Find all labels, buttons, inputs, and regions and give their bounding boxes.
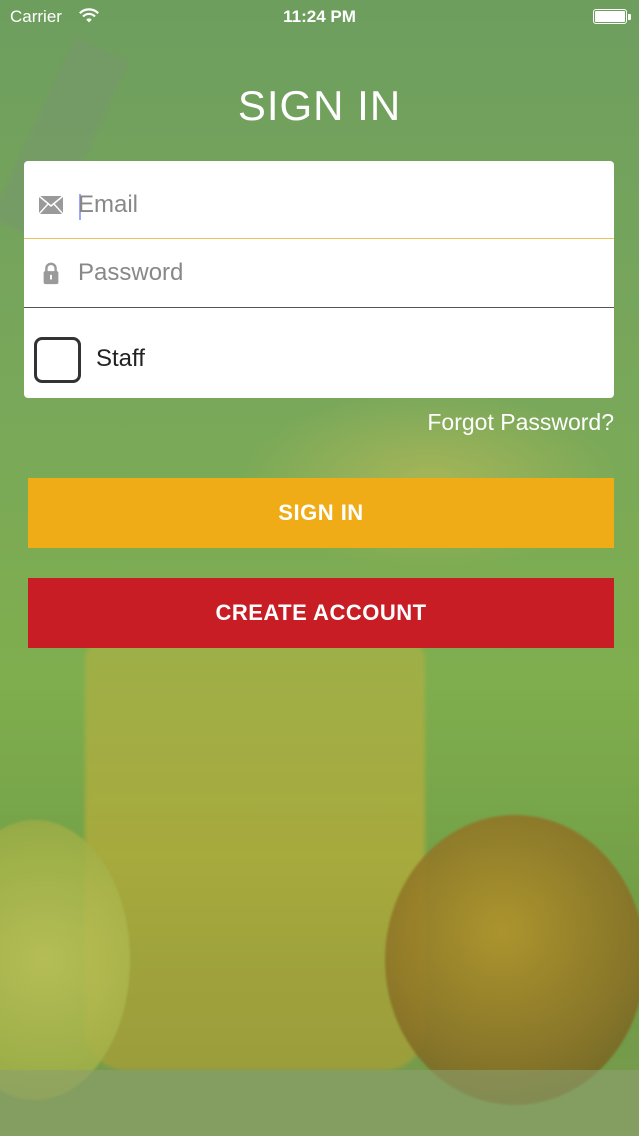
- background-orange: [385, 815, 639, 1105]
- page-title: SIGN IN: [237, 82, 402, 129]
- status-time: 11:24 PM: [283, 7, 356, 26]
- sign-in-button[interactable]: SIGN IN: [28, 478, 614, 548]
- background-table: [0, 1070, 639, 1136]
- forgot-password-link[interactable]: Forgot Password?: [427, 409, 614, 436]
- password-field-row: [24, 239, 614, 308]
- staff-checkbox[interactable]: [34, 337, 81, 383]
- password-input[interactable]: [78, 249, 598, 297]
- login-form: Staff: [24, 161, 614, 398]
- create-account-button[interactable]: CREATE ACCOUNT: [28, 578, 614, 648]
- background-juice-glass: [85, 640, 425, 1070]
- email-field-row: [24, 171, 614, 239]
- lock-icon: [43, 262, 59, 285]
- staff-checkbox-row[interactable]: Staff: [24, 331, 614, 387]
- envelope-icon: [38, 195, 64, 215]
- status-bar: Carrier 11:24 PM: [0, 0, 639, 34]
- email-input[interactable]: [78, 181, 598, 229]
- staff-label: Staff: [96, 345, 145, 372]
- battery-icon: [593, 9, 631, 24]
